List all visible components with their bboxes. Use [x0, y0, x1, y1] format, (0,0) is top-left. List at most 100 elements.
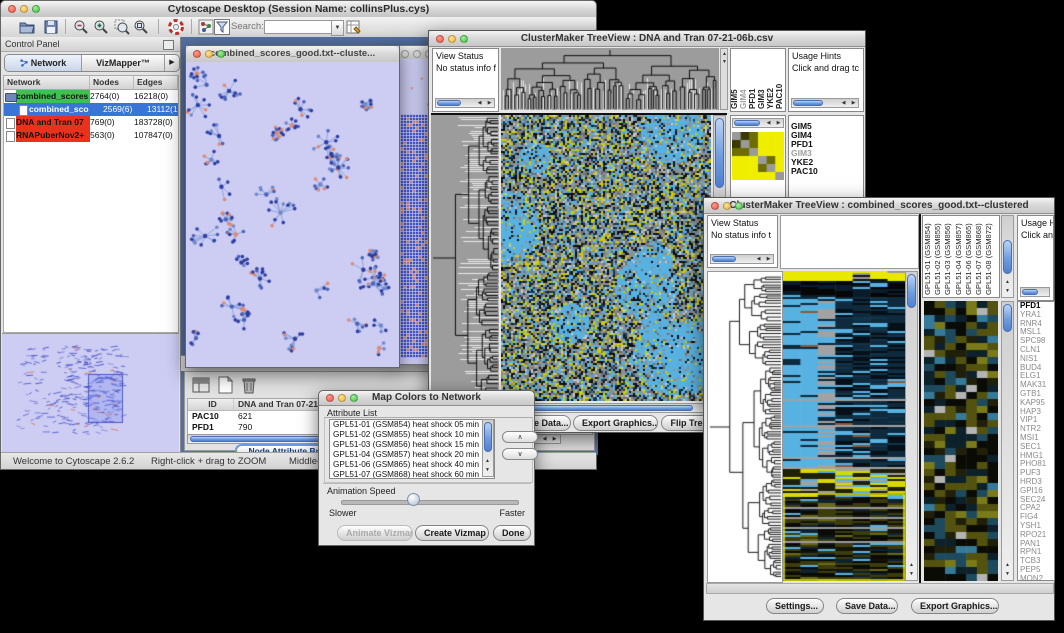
help-lifering-icon[interactable] — [167, 18, 185, 36]
view-status-scrollbar[interactable] — [710, 254, 774, 264]
attribute-item[interactable]: GPL51-02 (GSM855) heat shock 10 min — [330, 430, 494, 440]
gene-name[interactable]: MON2 — [1018, 575, 1054, 581]
close-button[interactable] — [193, 50, 201, 58]
zoom-button[interactable] — [735, 202, 743, 210]
window-controls[interactable] — [8, 5, 40, 13]
column-label[interactable]: GIM3 — [757, 89, 766, 109]
main-titlebar[interactable]: Cytoscape Desktop (Session Name: collins… — [1, 1, 596, 18]
attribute-item[interactable]: GPL51-03 (GSM856) heat shock 15 min — [330, 440, 494, 450]
search-input[interactable] — [264, 20, 334, 34]
tab-network[interactable]: Network — [5, 55, 82, 71]
bottom-scroll-strip[interactable] — [706, 583, 1054, 594]
save-session-icon[interactable] — [42, 18, 60, 36]
minimize-button[interactable] — [448, 35, 456, 43]
treeview-combined-titlebar[interactable]: ClusterMaker TreeView : combined_scores_… — [704, 198, 1054, 214]
zoom-button[interactable] — [217, 50, 225, 58]
zoom-selected-icon[interactable] — [113, 18, 131, 36]
close-button[interactable] — [326, 394, 334, 402]
network-view-titlebar[interactable]: combined_scores_good.txt--cluste... — [186, 46, 399, 63]
gene-label[interactable]: PAC10 — [789, 167, 863, 176]
zoom-in-icon[interactable] — [92, 18, 110, 36]
detail-vscrollbar[interactable] — [1001, 301, 1014, 581]
column-label[interactable]: PAC10 — [775, 84, 784, 109]
save-data-button[interactable]: Save Data... — [836, 598, 898, 614]
network-row[interactable]: combined_sco 2569(6) 13112(15) — [4, 103, 178, 116]
move-up-button[interactable]: ∧ — [502, 431, 538, 443]
open-session-icon[interactable] — [18, 18, 36, 36]
minimize-button[interactable] — [413, 50, 421, 58]
labels-vscrollbar[interactable] — [1001, 215, 1014, 298]
search-dropdown-arrow[interactable]: ▼ — [331, 20, 344, 36]
close-button[interactable] — [8, 5, 16, 13]
dialog-titlebar[interactable]: Map Colors to Network — [319, 391, 534, 406]
new-attribute-icon[interactable] — [215, 375, 235, 395]
row-dendrogram[interactable] — [431, 115, 499, 401]
global-heatmap[interactable] — [501, 115, 711, 401]
export-graphics-button[interactable]: Export Graphics... — [573, 415, 658, 431]
experiment-label[interactable]: GPL51-01 (GSM854) — [923, 223, 932, 295]
global-heatmap[interactable] — [783, 271, 905, 581]
tab-overflow-arrow[interactable]: ▶ — [165, 55, 179, 71]
column-label[interactable]: GIM4 — [739, 89, 748, 109]
zoom-out-icon[interactable] — [72, 18, 90, 36]
minimize-button[interactable] — [338, 394, 346, 402]
filter-funnel-icon[interactable] — [213, 18, 231, 36]
matrix-hscrollbar[interactable] — [732, 118, 784, 128]
zoom-button[interactable] — [32, 5, 40, 13]
export-graphics-button[interactable]: Export Graphics... — [911, 598, 999, 614]
attribute-item[interactable]: GPL51-06 (GSM865) heat shock 40 min — [330, 460, 494, 470]
attribute-browser-icon[interactable] — [345, 18, 363, 36]
experiment-label[interactable]: GPL51-06 (GSM865) — [964, 223, 973, 295]
heatmap-vscrollbar[interactable] — [905, 271, 918, 581]
birdseye-view[interactable] — [2, 333, 179, 453]
column-label[interactable]: YKE2 — [766, 88, 775, 109]
correlation-matrix[interactable] — [732, 132, 784, 180]
network-table-header[interactable]: Network Nodes Edges — [4, 76, 178, 90]
zoom-fit-icon[interactable] — [132, 18, 150, 36]
attribute-item[interactable]: GPL51-01 (GSM854) heat shock 05 min — [330, 420, 494, 430]
experiment-label[interactable]: GPL51-08 (GSM872) — [984, 223, 993, 295]
experiment-label[interactable]: GPL51-03 (GSM856) — [943, 223, 952, 295]
done-button[interactable]: Done — [493, 525, 531, 541]
network-row[interactable]: DNA and Tran 07 769(0) 183728(0) — [4, 116, 178, 129]
scroll-right-icon[interactable] — [550, 435, 559, 444]
minimize-button[interactable] — [205, 50, 213, 58]
view-status-scrollbar[interactable] — [435, 98, 495, 108]
attribute-item[interactable]: GPL51-07 (GSM868) heat shock 60 min — [330, 470, 494, 479]
experiment-label[interactable]: GPL51-02 (GSM855) — [933, 223, 942, 295]
network-canvas[interactable] — [186, 62, 399, 367]
move-down-button[interactable]: ∨ — [502, 448, 538, 460]
network-row[interactable]: RNAPuberNov2+ 563(0) 107847(0) — [4, 129, 178, 142]
detail-heatmap[interactable] — [924, 301, 998, 581]
create-vizmap-button[interactable]: Create Vizmap — [415, 525, 489, 541]
minimize-button[interactable] — [723, 202, 731, 210]
tab-vizmapper[interactable]: VizMapper™ — [82, 55, 165, 71]
attribute-item[interactable]: GPL51-04 (GSM857) heat shock 20 min — [330, 450, 494, 460]
experiment-label[interactable]: GPL51-07 (GSM868) — [974, 223, 983, 295]
experiment-label[interactable]: GPL51-04 (GSM857) — [954, 223, 963, 295]
zoom-button[interactable] — [460, 35, 468, 43]
column-label[interactable]: GIM5 — [730, 89, 739, 109]
float-panel-icon[interactable] — [163, 40, 174, 50]
delete-attribute-trash-icon[interactable] — [239, 375, 259, 395]
close-button[interactable] — [436, 35, 444, 43]
attribute-list-scrollbar[interactable] — [482, 419, 494, 477]
dendrogram-scroll-strip[interactable] — [720, 48, 728, 110]
select-attributes-icon[interactable] — [191, 375, 211, 395]
zoom-button[interactable] — [350, 394, 358, 402]
scroll-left-icon[interactable] — [540, 435, 549, 444]
settings-button[interactable]: Settings... — [766, 598, 824, 614]
speed-slider-track[interactable] — [341, 500, 519, 505]
column-dendrogram-area[interactable] — [780, 215, 919, 269]
row-dendrogram[interactable] — [707, 271, 783, 583]
network-row[interactable]: combined_scores 2764(0) 16218(0) — [4, 90, 178, 103]
minimize-button[interactable] — [20, 5, 28, 13]
animate-vizmap-button[interactable]: Animate Vizmap — [337, 525, 413, 541]
column-label[interactable]: PFD1 — [748, 89, 757, 109]
speed-slider-thumb[interactable] — [407, 493, 420, 506]
treeview-dna-titlebar[interactable]: ClusterMaker TreeView : DNA and Tran 07-… — [429, 31, 865, 47]
close-button[interactable] — [711, 202, 719, 210]
usage-hints-scrollbar[interactable] — [1020, 287, 1050, 297]
close-button[interactable] — [401, 50, 409, 58]
usage-hints-scrollbar[interactable] — [791, 98, 859, 108]
